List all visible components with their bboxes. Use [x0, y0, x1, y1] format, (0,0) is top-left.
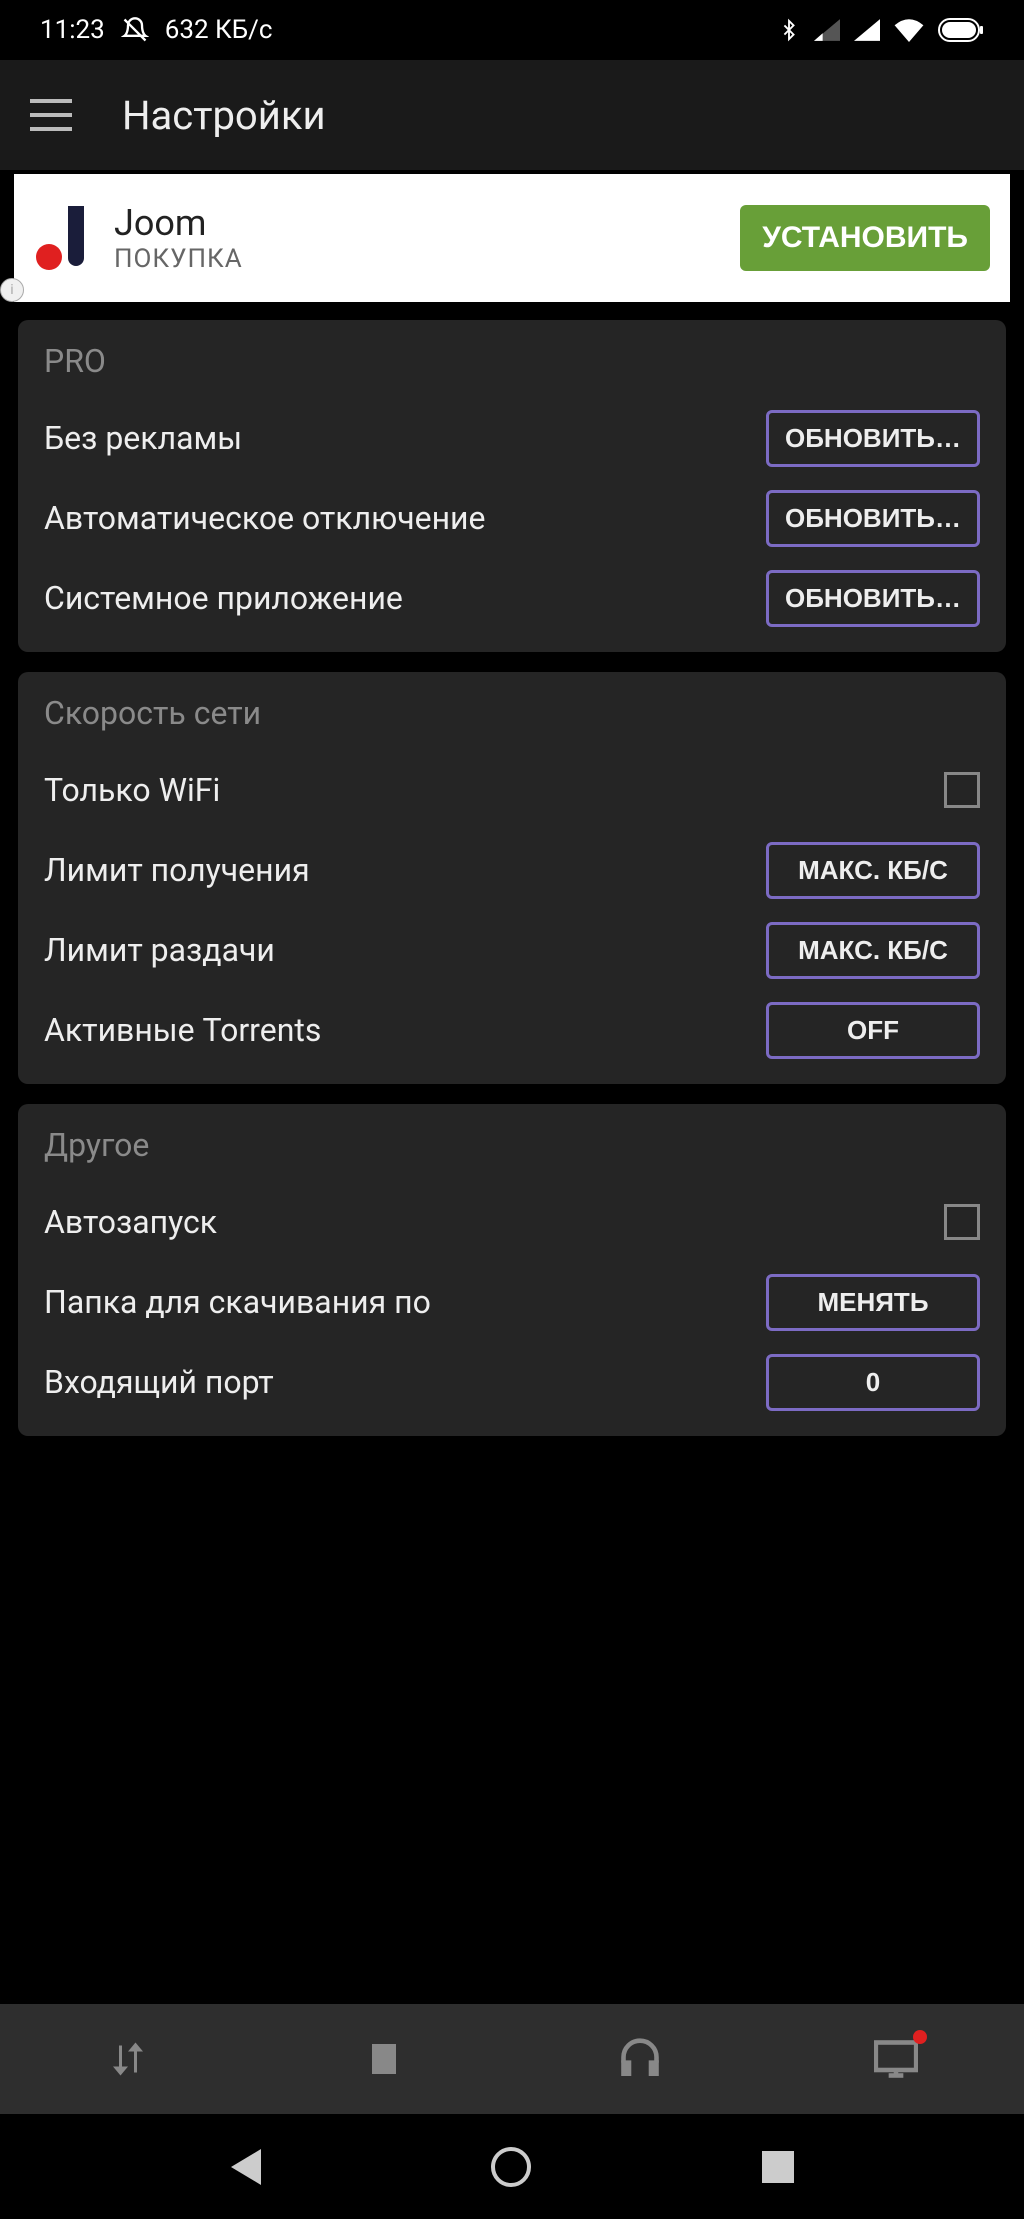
section-network: Скорость сети Только WiFi Лимит получени… — [18, 672, 1006, 1084]
menu-icon[interactable] — [30, 99, 72, 131]
mute-icon — [121, 16, 149, 44]
pro-systemapp-label: Системное приложение — [44, 579, 403, 617]
upload-limit-button[interactable]: МАКС. КБ/С — [766, 922, 980, 979]
section-header-other: Другое — [44, 1126, 980, 1164]
download-folder-label: Папка для скачивания по — [44, 1283, 431, 1321]
wifi-only-label: Только WiFi — [44, 771, 220, 809]
back-button[interactable] — [231, 2149, 261, 2185]
nav-audio-icon[interactable] — [615, 2034, 665, 2084]
bottom-nav — [0, 2004, 1024, 2114]
ad-banner[interactable]: i Joom ПОКУПКА УСТАНОВИТЬ — [14, 174, 1010, 302]
ad-logo-icon — [30, 206, 94, 270]
wifi-only-checkbox[interactable] — [944, 772, 980, 808]
notification-dot — [913, 2030, 927, 2044]
ad-title: Joom — [114, 202, 720, 244]
home-button[interactable] — [491, 2147, 531, 2187]
ad-install-button[interactable]: УСТАНОВИТЬ — [740, 205, 990, 271]
bluetooth-icon — [778, 17, 800, 43]
active-torrents-label: Активные Torrents — [44, 1011, 321, 1049]
incoming-port-label: Входящий порт — [44, 1363, 274, 1401]
signal-1-icon — [814, 19, 840, 41]
pro-noads-label: Без рекламы — [44, 419, 242, 457]
upload-limit-label: Лимит раздачи — [44, 931, 275, 969]
status-speed: 632 КБ/с — [165, 15, 273, 45]
wifi-icon — [894, 18, 924, 42]
download-limit-button[interactable]: МАКС. КБ/С — [766, 842, 980, 899]
nav-video-icon[interactable] — [359, 2034, 409, 2084]
download-folder-button[interactable]: МЕНЯТЬ — [766, 1274, 980, 1331]
pro-systemapp-button[interactable]: ОБНОВИТЬ… — [766, 570, 980, 627]
status-bar: 11:23 632 КБ/с — [0, 0, 1024, 60]
section-header-pro: PRO — [44, 342, 980, 380]
status-time: 11:23 — [40, 15, 105, 45]
autostart-checkbox[interactable] — [944, 1204, 980, 1240]
ad-subtitle: ПОКУПКА — [114, 244, 720, 274]
page-title: Настройки — [122, 92, 326, 139]
section-pro: PRO Без рекламы ОБНОВИТЬ… Автоматическое… — [18, 320, 1006, 652]
incoming-port-button[interactable]: 0 — [766, 1354, 980, 1411]
app-bar: Настройки — [0, 60, 1024, 170]
recents-button[interactable] — [762, 2151, 794, 2183]
signal-2-icon — [854, 19, 880, 41]
nav-transfer-icon[interactable] — [103, 2034, 153, 2084]
section-other: Другое Автозапуск Папка для скачивания п… — [18, 1104, 1006, 1436]
ad-info-icon[interactable]: i — [0, 278, 24, 302]
pro-autoshutdown-button[interactable]: ОБНОВИТЬ… — [766, 490, 980, 547]
system-nav — [0, 2114, 1024, 2219]
pro-noads-button[interactable]: ОБНОВИТЬ… — [766, 410, 980, 467]
nav-cast-icon[interactable] — [871, 2034, 921, 2084]
battery-icon — [938, 18, 984, 42]
active-torrents-button[interactable]: OFF — [766, 1002, 980, 1059]
section-header-network: Скорость сети — [44, 694, 980, 732]
pro-autoshutdown-label: Автоматическое отключение — [44, 499, 485, 537]
download-limit-label: Лимит получения — [44, 851, 310, 889]
autostart-label: Автозапуск — [44, 1203, 217, 1241]
ad-text: Joom ПОКУПКА — [114, 202, 720, 274]
